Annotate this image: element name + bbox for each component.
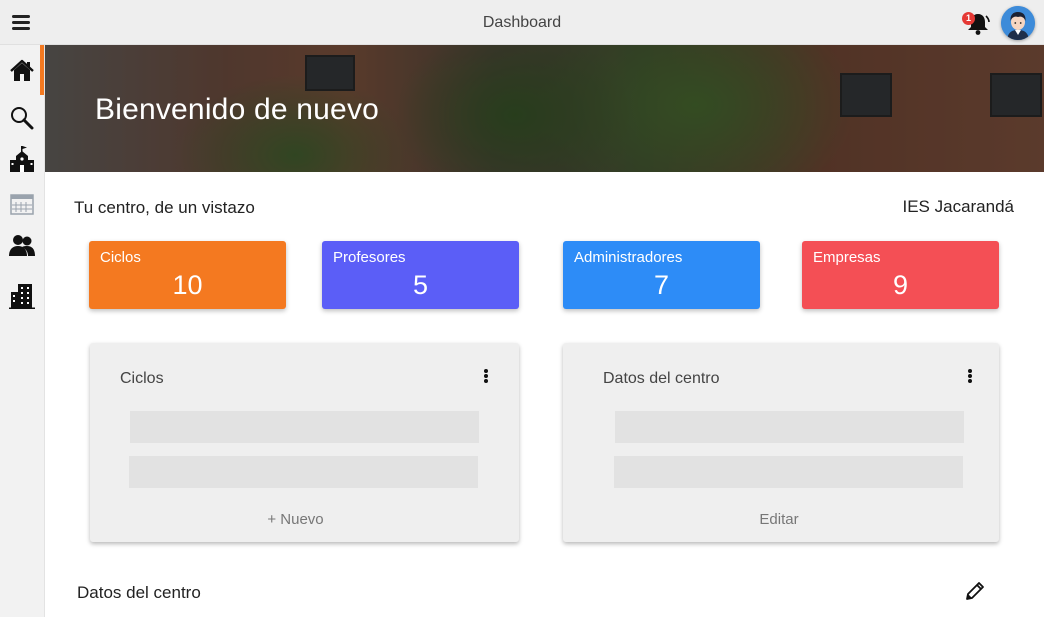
datos-centro-card: Datos del centro Editar xyxy=(563,343,999,542)
placeholder-row xyxy=(129,456,478,488)
new-ciclo-button[interactable]: + Nuevo xyxy=(72,511,519,528)
user-avatar[interactable] xyxy=(1001,6,1035,40)
stat-label: Empresas xyxy=(813,249,881,266)
sidebar-item-companies[interactable] xyxy=(8,282,36,310)
top-app-bar: Dashboard 1 xyxy=(0,0,1044,45)
stat-label: Profesores xyxy=(333,249,406,266)
placeholder-row xyxy=(615,411,964,443)
stat-card-administradores[interactable]: Administradores 7 xyxy=(563,241,760,309)
home-icon xyxy=(10,59,34,81)
more-vert-icon[interactable] xyxy=(481,368,491,386)
hero-banner: Bienvenido de nuevo xyxy=(45,45,1044,172)
calendar-icon xyxy=(10,194,34,215)
ciclos-card: Ciclos + Nuevo xyxy=(90,343,519,542)
avatar-icon xyxy=(1001,6,1035,40)
stat-value: 5 xyxy=(412,270,429,300)
placeholder-row xyxy=(614,456,963,488)
more-vert-icon[interactable] xyxy=(965,368,975,386)
sidebar-item-users[interactable] xyxy=(8,232,36,260)
sidebar-item-home[interactable] xyxy=(8,57,36,85)
stat-value: 7 xyxy=(653,270,670,300)
datos-centro-title: Datos del centro xyxy=(77,583,201,602)
sidebar-item-search[interactable] xyxy=(8,104,36,132)
pencil-icon xyxy=(966,582,984,600)
school-icon xyxy=(10,146,34,172)
card-title: Ciclos xyxy=(120,370,164,387)
stat-value: 9 xyxy=(892,270,909,300)
stat-label: Ciclos xyxy=(100,249,141,266)
sidebar-active-indicator xyxy=(40,45,44,95)
notifications-button[interactable]: 1 xyxy=(962,10,992,36)
overview-title: Tu centro, de un vistazo xyxy=(74,198,255,217)
users-icon xyxy=(9,235,35,256)
placeholder-row xyxy=(130,411,479,443)
stat-card-ciclos[interactable]: Ciclos 10 xyxy=(89,241,286,309)
building-icon xyxy=(9,284,35,309)
search-icon xyxy=(11,107,34,130)
stat-label: Administradores xyxy=(574,249,683,266)
stat-card-profesores[interactable]: Profesores 5 xyxy=(322,241,519,309)
notification-badge: 1 xyxy=(962,12,975,25)
edit-centro-button[interactable]: Editar xyxy=(559,511,999,528)
card-title: Datos del centro xyxy=(603,370,720,387)
hero-title: Bienvenido de nuevo xyxy=(95,93,380,126)
center-name: IES Jacarandá xyxy=(902,197,1014,216)
stat-value: 10 xyxy=(172,270,203,300)
page-title: Dashboard xyxy=(482,14,562,31)
stat-card-empresas[interactable]: Empresas 9 xyxy=(802,241,999,309)
sidebar-item-school[interactable] xyxy=(8,145,36,173)
edit-button[interactable] xyxy=(963,579,987,603)
sidebar-item-calendar[interactable] xyxy=(8,190,36,218)
sidebar xyxy=(0,45,45,617)
